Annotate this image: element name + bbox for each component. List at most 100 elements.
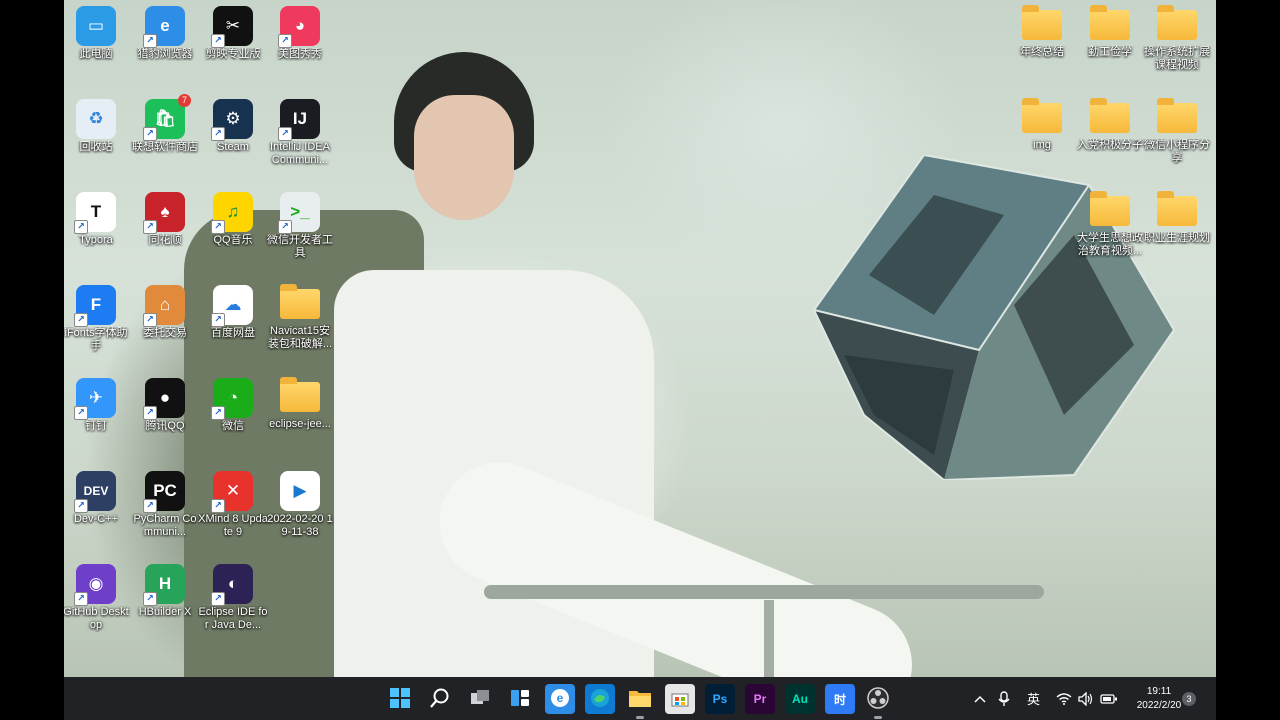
taskbar-explorer[interactable] [625,684,655,719]
desktop-icon-steam[interactable]: ⚙ ↗ Steam [198,95,268,154]
desktop-icon-ifonts[interactable]: F ↗ iFonts字体助手 [64,281,131,353]
cloud-icon: ☁ ↗ [211,285,253,327]
shortcut-arrow-icon: ↗ [143,127,157,141]
desktop-icon-label: Dev-C++ [73,513,119,525]
desktop-icon-label: 同花顺 [148,234,182,246]
intellij-icon: IJ ↗ [278,99,320,141]
taskbar-obs[interactable] [863,684,893,719]
shortcut-arrow-icon: ↗ [74,499,88,513]
desktop-icon-label: 百度网盘 [211,327,255,339]
desktop-icon-weituo[interactable]: ⌂ ↗ 委托交易 [130,281,200,340]
wechat-icon: ◔ ↗ [211,378,253,420]
notification-center[interactable]: 3 [1182,677,1196,720]
shortcut-arrow-icon: ↗ [211,34,225,48]
taskbar-shijian[interactable]: 时 [825,684,855,714]
ime-indicator[interactable]: 英 [1027,677,1040,720]
desktop-folder-mini-program[interactable]: 微信小程序分享 [1142,95,1212,165]
desktop-icon-intellij[interactable]: IJ ↗ IntelliJ IDEA Communi... [265,95,335,167]
shortcut-arrow-icon: ↗ [143,406,157,420]
desktop-icon-this-pc[interactable]: ▭ 此电脑 [64,2,131,61]
desktop-icon-dingtalk[interactable]: ✈ ↗ 钉钉 [64,374,131,433]
desktop-icon-capcut[interactable]: ✂ ↗ 剪映专业版 [198,2,268,61]
taskbar-browser-tb[interactable]: e [545,684,575,714]
desktop-folder-img[interactable]: img [1007,95,1077,152]
dev-icon: DEV ↗ [74,471,116,513]
desktop-icon-qq[interactable]: ● ↗ 腾讯QQ [130,374,200,433]
taskbar-audition[interactable]: Au [785,684,815,714]
shortcut-arrow-icon: ↗ [211,220,225,234]
shortcut-arrow-icon: ↗ [278,34,292,48]
desktop-folder-career[interactable]: 职业生涯规划 [1142,188,1212,245]
desktop-folder-os-course[interactable]: 操作系统扩展课程视频 [1142,2,1212,72]
desktop-folder-work-study[interactable]: 勤工俭学 [1075,2,1145,59]
desktop-folder-party-member[interactable]: 入党积极分子 [1075,95,1145,152]
folder-icon [1090,98,1130,133]
desktop-icon-label: 美图秀秀 [278,48,322,60]
wifi-icon[interactable] [1056,677,1072,720]
desktop-icon-xmind[interactable]: ✕ ↗ XMind 8 Update 9 [198,467,268,539]
wallpaper-hair-shape [394,52,534,172]
taskbar-search[interactable] [425,684,455,714]
shortcut-arrow-icon: ↗ [278,220,292,234]
audition-icon: Au [792,692,808,706]
edge-icon [590,688,610,711]
desktop-icon-navicat[interactable]: Navicat15安装包和破解... [265,281,335,351]
desktop-icon-github-desktop[interactable]: ◉ ↗ GitHub Desktop [64,560,131,632]
taskbar-task-view[interactable] [465,684,495,714]
desktop-icon-label: Typora [79,234,113,246]
desktop-icon-meitu[interactable]: ◕ ↗ 美图秀秀 [265,2,335,61]
steam-icon: ⚙ ↗ [211,99,253,141]
desktop-icon-label: PyCharm Communi... [133,513,197,538]
battery-icon[interactable] [1100,677,1118,720]
desktop-icon-qq-music[interactable]: ♫ ↗ QQ音乐 [198,188,268,247]
shopping-bag-icon: 🛍 ↗ 7 [143,94,191,141]
desktop-folder-label: 勤工俭学 [1088,46,1132,58]
desktop-icon-baidu-pan[interactable]: ☁ ↗ 百度网盘 [198,281,268,340]
shortcut-arrow-icon: ↗ [74,406,88,420]
unread-badge: 7 [178,94,191,107]
desktop-icon-wechat[interactable]: ◔ ↗ 微信 [198,374,268,433]
desktop-icon-recycle-bin[interactable]: ♻ 回收站 [64,95,131,154]
desktop-icon-label: 腾讯QQ [145,420,185,432]
desktop-icon-video-file[interactable]: ▶ 2022-02-20 19-11-38 [265,467,335,539]
windows-icon [389,687,411,712]
desktop-icon-hbuilder[interactable]: H ↗ HBuilder X [130,560,200,619]
taskbar-widgets[interactable] [505,684,535,714]
monitor-icon: ▭ [76,6,116,46]
desktop-icon-wechat-devtools[interactable]: >_ ↗ 微信开发者工具 [265,188,335,260]
svg-text:e: e [557,691,564,705]
dingtalk-icon: ✈ ↗ [74,378,116,420]
folder-icon [628,688,652,711]
folder-icon [1022,98,1062,133]
desktop-folder-annual-summary[interactable]: 年终总结 [1007,2,1077,59]
video-file-icon: ▶ [280,471,320,511]
desktop-icon-label: 钉钉 [85,420,107,432]
desktop-icon-tonghuashun[interactable]: ♠ ↗ 同花顺 [130,188,200,247]
recycle-bin-icon: ♻ [76,99,116,139]
shortcut-arrow-icon: ↗ [211,127,225,141]
desktop-icon-label: GitHub Desktop [64,606,129,631]
desktop-icon-lenovo-store[interactable]: 🛍 ↗ 7 联想软件商店 [130,94,200,154]
shortcut-arrow-icon: ↗ [143,220,157,234]
taskbar-edge[interactable] [585,684,615,714]
desktop-icon-eclipse[interactable]: ◐ ↗ Eclipse IDE for Java De... [198,560,268,632]
desktop-icon-eclipse-folder[interactable]: eclipse-jee... [265,374,335,431]
shortcut-arrow-icon: ↗ [211,313,225,327]
taskbar-start[interactable] [385,684,415,714]
tray-overflow-chevron-icon[interactable] [973,677,987,720]
taskbar-premiere[interactable]: Pr [745,684,775,714]
taskbar-photoshop[interactable]: Ps [705,684,735,714]
taskbar-store[interactable] [665,684,695,714]
desktop-icon-typora[interactable]: T ↗ Typora [64,188,131,247]
desktop-icon-browser[interactable]: e ↗ 猎豹浏览器 [130,2,200,61]
microphone-icon[interactable] [997,677,1011,720]
desktop-icon-label: 回收站 [79,141,113,153]
volume-icon[interactable] [1078,677,1094,720]
desktop-icon-pycharm[interactable]: PC ↗ PyCharm Communi... [130,467,200,539]
desktop-folder-label: img [1033,139,1051,151]
notification-count-badge: 3 [1182,691,1196,706]
desktop-folder-ideology[interactable]: 大学生思想政治教育视频... [1075,188,1145,258]
desktop-icon-label: eclipse-jee... [269,418,331,430]
shortcut-arrow-icon: ↗ [211,499,225,513]
desktop-icon-devcpp[interactable]: DEV ↗ Dev-C++ [64,467,131,526]
